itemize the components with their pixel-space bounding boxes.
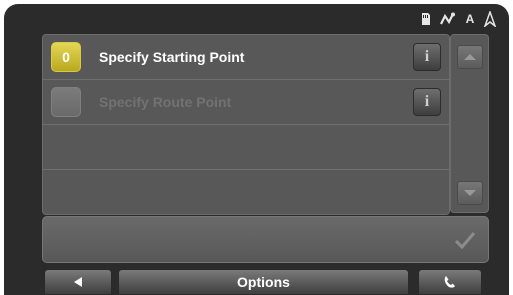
phone-icon [444,276,455,288]
status-bar: A [419,8,497,30]
options-label: Options [237,274,290,290]
memory-card-icon [419,11,433,27]
scroll-down-button[interactable] [457,181,483,205]
scroll-panel [450,34,489,213]
tmc-icon: A [465,12,475,26]
route-point-list: 0 Specify Starting Point i Specify Route… [42,34,450,215]
destination-bar[interactable] [42,216,489,263]
back-arrow-icon [74,277,82,287]
bottom-toolbar: Options [4,266,509,295]
info-button[interactable]: i [413,43,441,71]
scroll-up-button[interactable] [457,45,483,69]
phone-button[interactable] [418,269,482,295]
check-icon [454,232,476,250]
route-row-route-point[interactable]: Specify Route Point i [43,80,449,125]
chevron-down-icon [464,190,476,196]
signal-icon [439,11,457,27]
options-button[interactable]: Options [118,269,409,295]
route-row-empty [43,170,449,214]
route-row-number: 0 [51,42,81,72]
route-row-number [51,87,81,117]
gps-icon [483,11,497,27]
route-row-starting-point[interactable]: 0 Specify Starting Point i [43,35,449,80]
info-icon: i [424,93,430,110]
info-icon: i [424,48,430,65]
route-row-label: Specify Starting Point [99,49,245,65]
info-button[interactable]: i [413,88,441,116]
navigation-screen: A 0 Specify Starting Point i Specify Rou… [4,4,509,295]
route-row-empty [43,125,449,170]
back-button[interactable] [44,269,112,295]
route-row-label: Specify Route Point [99,94,232,110]
chevron-up-icon [464,54,476,60]
